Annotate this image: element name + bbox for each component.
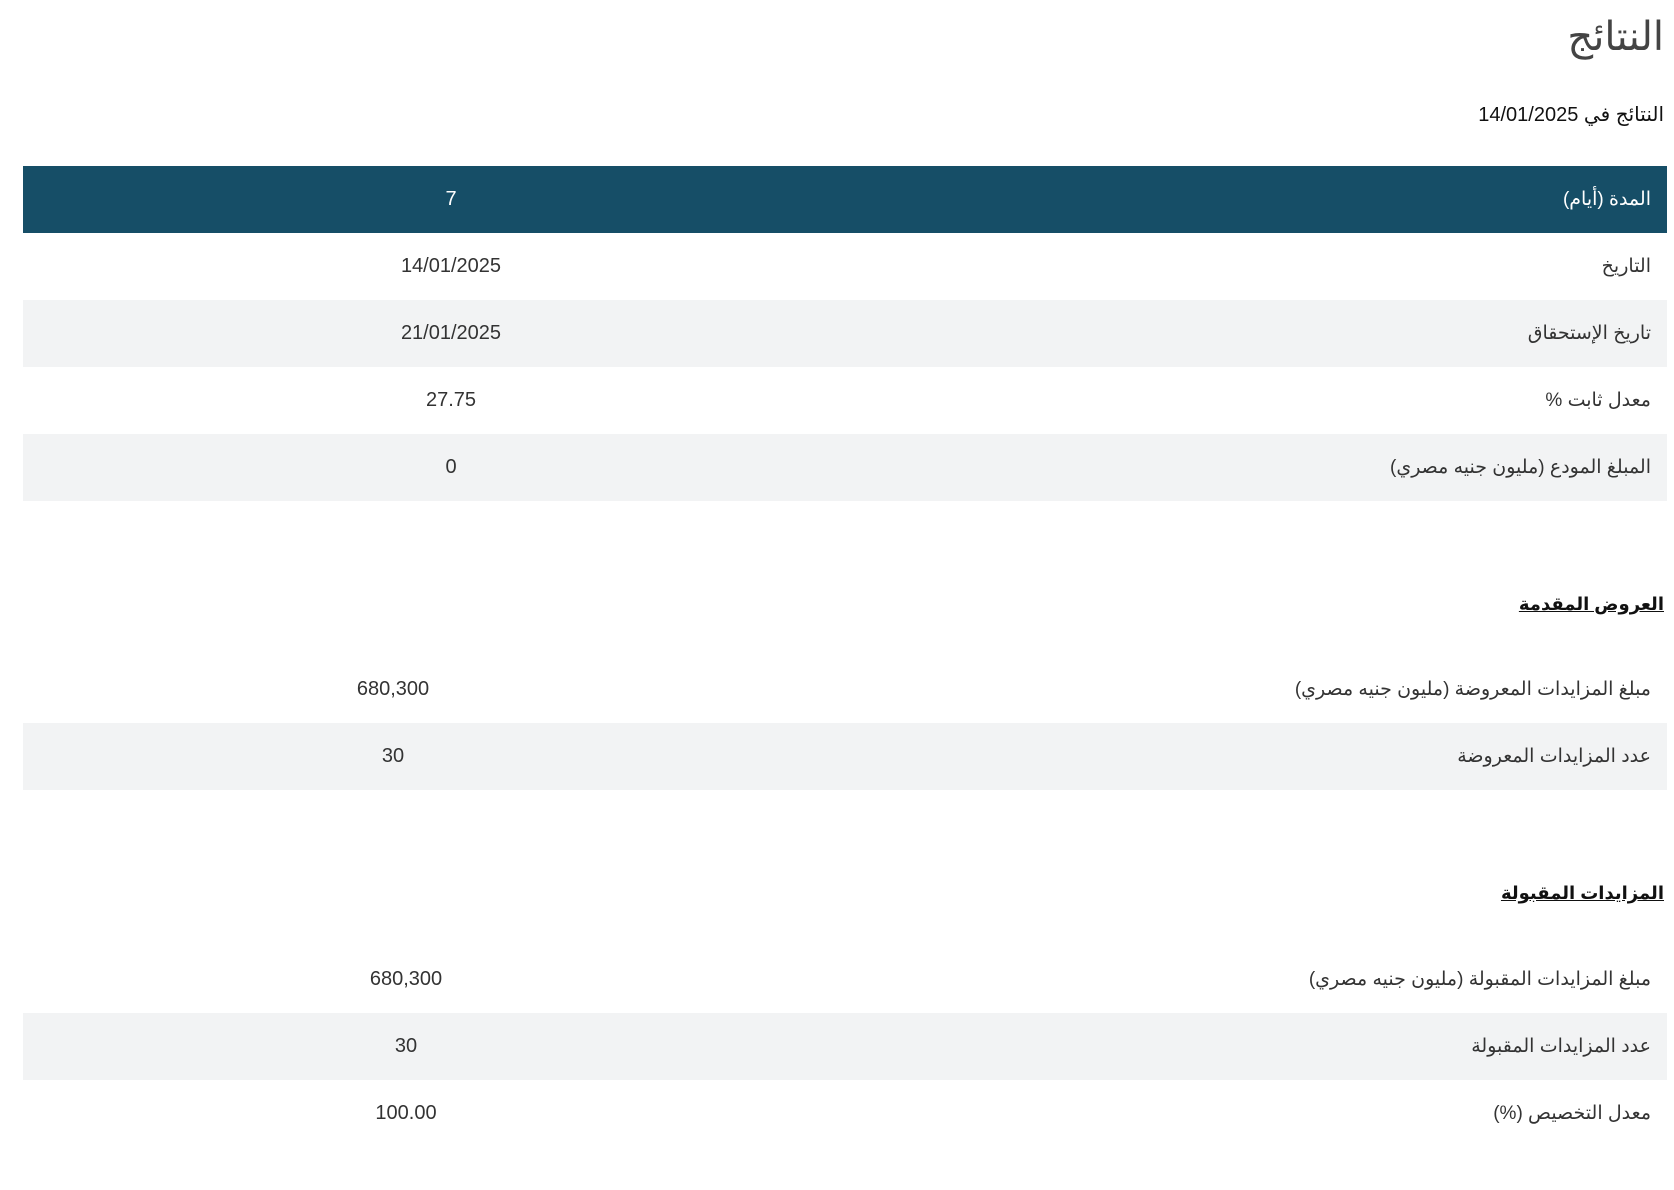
offered-bids-count-label: عدد المزايدات المعروضة: [1457, 746, 1651, 767]
allocation-rate-value: 100.00: [375, 1102, 437, 1124]
offered-bids-count-value: 30: [381, 745, 405, 767]
accepted-bids-amount-value: 680,300: [369, 968, 443, 990]
offers-table: مبلغ المزايدات المعروضة (مليون جنيه مصري…: [23, 656, 1667, 790]
table-row: تاريخ الإستحقاق 21/01/2025: [23, 300, 1667, 367]
deposited-amount-label: المبلغ المودع (مليون جنيه مصري): [1390, 457, 1651, 478]
date-label: التاريخ: [1601, 256, 1651, 277]
table-row: عدد المزايدات المقبولة 30: [23, 1013, 1667, 1080]
deposited-amount-value: 0: [445, 456, 457, 478]
table-row: معدل ثابت % 27.75: [23, 367, 1667, 434]
accepted-table: مبلغ المزايدات المقبولة (مليون جنيه مصري…: [23, 946, 1667, 1147]
accepted-bids-count-value: 30: [394, 1035, 418, 1057]
fixed-rate-label: معدل ثابت %: [1545, 390, 1651, 411]
table-row: مبلغ المزايدات المعروضة (مليون جنيه مصري…: [23, 656, 1667, 723]
summary-table: المدة (أيام) 7 التاريخ 14/01/2025 تاريخ …: [23, 166, 1667, 501]
maturity-date-label: تاريخ الإستحقاق: [1527, 323, 1651, 344]
page-title: النتائج: [1567, 14, 1664, 60]
table-row: التاريخ 14/01/2025: [23, 233, 1667, 300]
table-row: مبلغ المزايدات المقبولة (مليون جنيه مصري…: [23, 946, 1667, 1013]
summary-table-header: المدة (أيام) 7: [23, 166, 1667, 233]
duration-label: المدة (أيام): [1562, 189, 1651, 210]
maturity-date-value: 21/01/2025: [400, 322, 502, 344]
date-value: 14/01/2025: [400, 255, 502, 277]
accepted-section-heading: المزايدات المقبولة: [1500, 883, 1664, 903]
allocation-rate-label: معدل التخصيص (%): [1493, 1103, 1651, 1124]
offered-bids-amount-label: مبلغ المزايدات المعروضة (مليون جنيه مصري…: [1294, 679, 1651, 700]
table-row: المبلغ المودع (مليون جنيه مصري) 0: [23, 434, 1667, 501]
duration-value: 7: [445, 188, 457, 210]
offers-section-heading: العروض المقدمة: [1518, 594, 1664, 614]
offered-bids-amount-value: 680,300: [356, 678, 430, 700]
accepted-bids-amount-label: مبلغ المزايدات المقبولة (مليون جنيه مصري…: [1308, 969, 1651, 990]
results-date-label: النتائج في: [1583, 104, 1664, 126]
results-date-value: 14/01/2025: [1478, 104, 1579, 126]
table-row: عدد المزايدات المعروضة 30: [23, 723, 1667, 790]
results-date-line: النتائج في 14/01/2025: [1478, 102, 1664, 127]
fixed-rate-value: 27.75: [425, 389, 477, 411]
accepted-bids-count-label: عدد المزايدات المقبولة: [1471, 1036, 1651, 1057]
table-row: معدل التخصيص (%) 100.00: [23, 1080, 1667, 1147]
